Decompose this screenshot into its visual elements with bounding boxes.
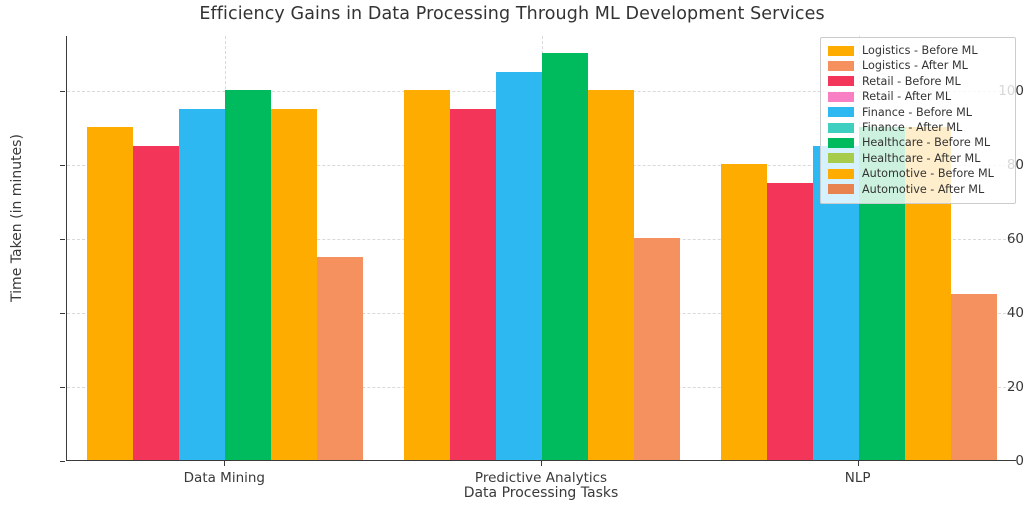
legend-swatch-icon <box>828 61 854 72</box>
bar <box>720 164 767 460</box>
legend-label: Finance - After ML <box>862 121 963 135</box>
bar <box>450 108 496 460</box>
legend-swatch-icon <box>828 45 854 56</box>
bar <box>179 108 226 460</box>
x-tick-mark <box>224 461 226 466</box>
legend-label: Healthcare - After ML <box>862 151 981 165</box>
chart-legend: Logistics - Before ML Logistics - After M… <box>820 37 1016 204</box>
y-tick-mark <box>60 165 65 167</box>
legend-label: Retail - After ML <box>862 90 952 104</box>
y-tick-mark <box>60 239 65 241</box>
bar <box>271 108 318 460</box>
x-tick-mark <box>857 461 859 466</box>
legend-label: Logistics - Before ML <box>862 44 978 58</box>
legend-swatch-icon <box>828 184 854 195</box>
legend-item[interactable]: Healthcare - Before ML <box>828 135 1009 150</box>
y-axis-label: Time Taken (in minutes) <box>9 134 25 302</box>
legend-label: Retail - Before ML <box>862 74 961 88</box>
bar <box>542 53 588 460</box>
x-axis-label: Data Processing Tasks <box>463 485 619 501</box>
legend-item[interactable]: Logistics - After ML <box>828 58 1009 73</box>
legend-item[interactable]: Retail - After ML <box>828 89 1009 104</box>
legend-swatch-icon <box>828 153 854 164</box>
bar <box>87 127 134 460</box>
legend-item[interactable]: Finance - Before ML <box>828 105 1009 120</box>
legend-swatch-icon <box>828 168 854 179</box>
bar <box>404 90 450 460</box>
legend-item[interactable]: Finance - After ML <box>828 120 1009 135</box>
y-tick-label: 20 <box>1006 379 1024 396</box>
bar <box>634 238 680 460</box>
legend-label: Automotive - Before ML <box>862 167 994 181</box>
bar <box>766 182 813 460</box>
legend-item[interactable]: Logistics - Before ML <box>828 43 1009 58</box>
chart-figure: Efficiency Gains in Data Processing Thro… <box>0 0 1024 508</box>
legend-swatch-icon <box>828 122 854 133</box>
chart-title: Efficiency Gains in Data Processing Thro… <box>199 4 825 24</box>
bar <box>496 71 542 460</box>
x-tick-label: NLP <box>844 470 871 486</box>
legend-swatch-icon <box>828 91 854 102</box>
y-tick-mark <box>60 387 65 389</box>
bar <box>225 90 272 460</box>
legend-item[interactable]: Retail - Before ML <box>828 74 1009 89</box>
bar <box>133 145 180 460</box>
x-tick-label: Predictive Analytics <box>474 470 608 486</box>
y-tick-label: 40 <box>1006 305 1024 322</box>
legend-swatch-icon <box>828 107 854 118</box>
legend-item[interactable]: Healthcare - After ML <box>828 151 1009 166</box>
legend-swatch-icon <box>828 76 854 87</box>
legend-label: Logistics - After ML <box>862 59 968 73</box>
legend-swatch-icon <box>828 138 854 149</box>
bar <box>588 90 634 460</box>
y-tick-mark <box>60 313 65 315</box>
legend-label: Automotive - After ML <box>862 182 985 196</box>
legend-label: Finance - Before ML <box>862 105 972 119</box>
y-tick-label: 60 <box>1006 231 1024 248</box>
bar <box>317 256 364 460</box>
legend-item[interactable]: Automotive - After ML <box>828 182 1009 197</box>
x-tick-label: Data Mining <box>183 470 266 486</box>
legend-item[interactable]: Automotive - Before ML <box>828 166 1009 181</box>
x-tick-mark <box>541 461 542 466</box>
y-tick-label: 0 <box>1015 453 1024 469</box>
y-tick-mark <box>60 91 65 93</box>
legend-label: Healthcare - Before ML <box>862 136 991 150</box>
y-tick-mark <box>60 461 65 462</box>
